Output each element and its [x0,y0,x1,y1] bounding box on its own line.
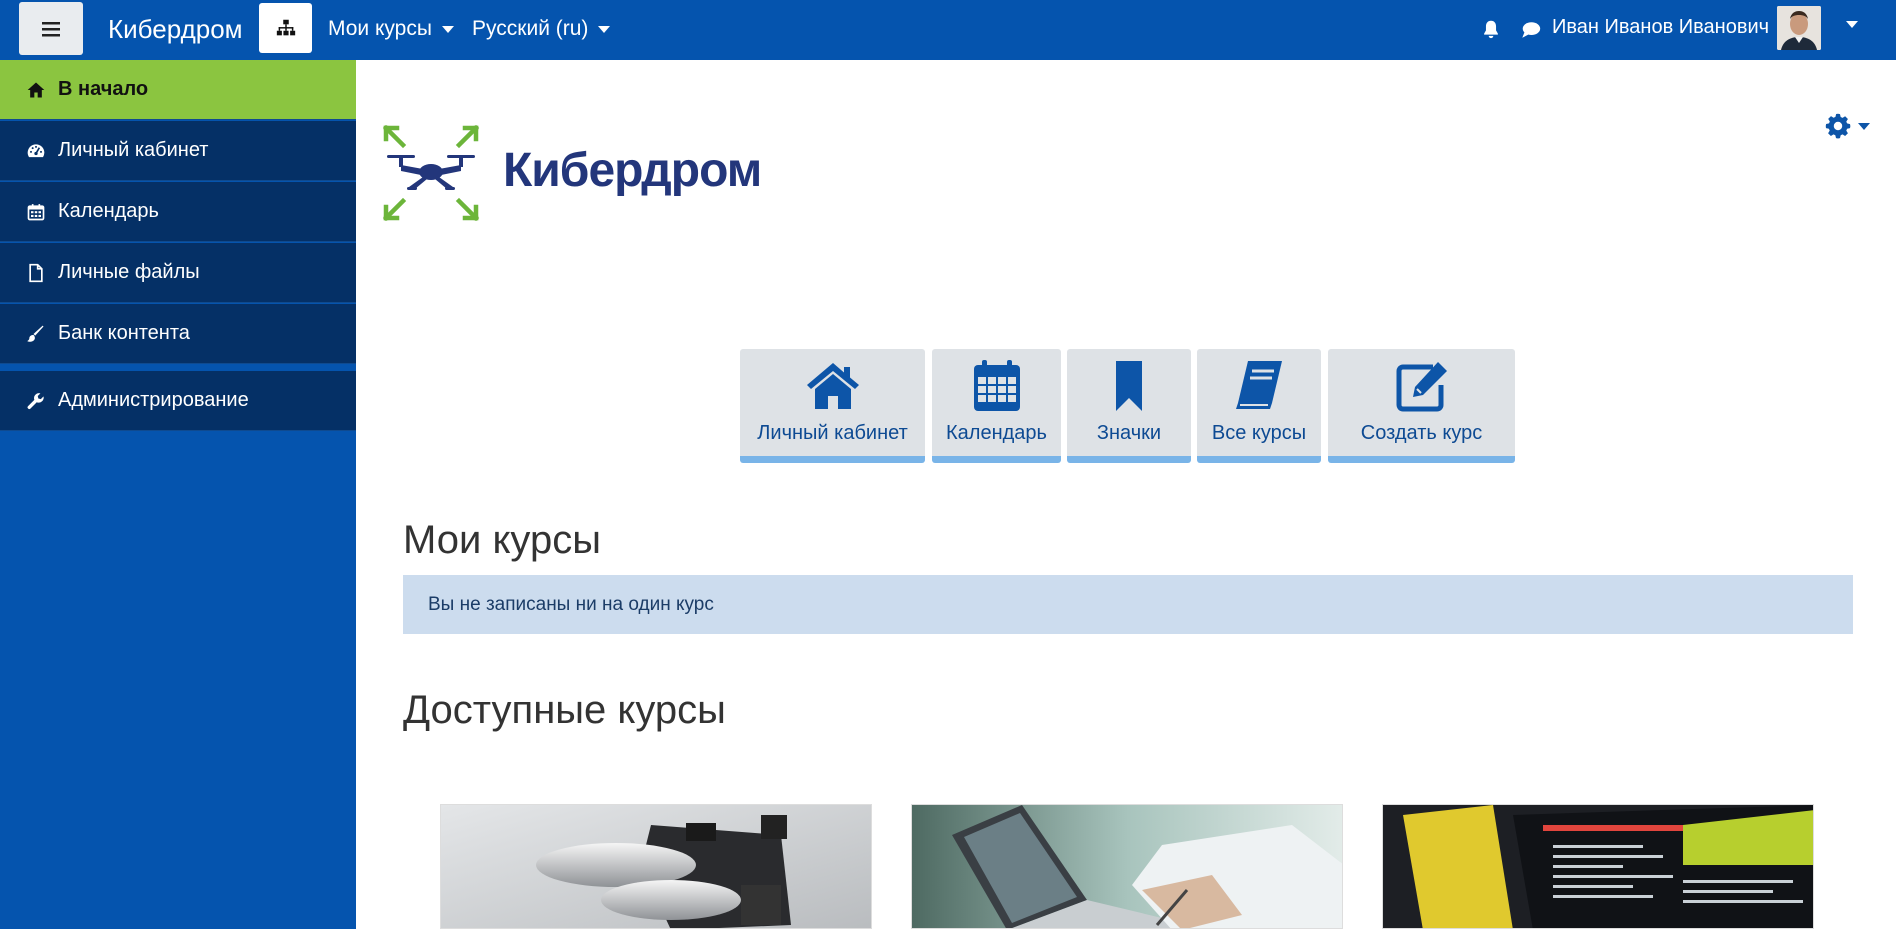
sidebar-item-label: В начало [58,78,149,100]
user-photo [1777,6,1821,50]
page-settings-menu[interactable] [1824,112,1870,140]
chevron-down-icon [1858,122,1870,130]
wrench-icon [27,392,44,409]
available-courses-heading: Доступные курсы [403,688,726,732]
my-courses-dropdown[interactable]: Мои курсы [328,17,454,41]
file-icon [29,263,43,282]
sidebar-item-calendar[interactable]: Календарь [0,182,356,242]
language-label: Русский (ru) [472,17,589,40]
tile-label: Календарь [946,422,1047,444]
my-courses-label: Мои курсы [328,17,432,40]
sidebar-item-label: Личные файлы [58,261,200,283]
home-icon [806,363,859,409]
calendar-icon [973,360,1020,411]
course-image[interactable] [1382,804,1814,929]
sidebar-item-private-files[interactable]: Личные файлы [0,243,356,303]
tile-dashboard[interactable]: Личный кабинет [740,349,925,463]
tile-label: Все курсы [1211,422,1307,444]
dashboard-icon [27,143,45,157]
chevron-down-icon [441,25,454,33]
sidebar-item-label: Календарь [58,200,159,222]
home-icon [27,82,45,97]
sidebar-item-administration[interactable]: Администрирование [0,371,356,431]
course-image-monitor [1383,805,1813,928]
avatar[interactable] [1777,6,1821,50]
chevron-down-icon [598,25,611,33]
tile-calendar[interactable]: Календарь [932,349,1061,463]
sidebar-item-label: Личный кабинет [58,139,209,161]
top-navbar: Кибердром Мои курсы Русский (ru) Иван Ив… [0,0,1896,60]
menu-toggle-button[interactable] [19,2,83,55]
no-courses-alert: Вы не записаны ни на один курс [403,575,1853,634]
edit-icon [1396,362,1447,412]
calendar-icon [27,203,45,220]
sidebar-item-home[interactable]: В начало [0,60,356,120]
logo-text: Кибердром [503,144,762,197]
user-menu-chevron-icon[interactable] [1846,21,1858,28]
course-image-drone [441,805,871,928]
book-icon [1236,361,1282,409]
language-dropdown[interactable]: Русский (ru) [472,17,611,41]
gear-icon [1825,113,1851,139]
sidebar-item-label: Банк контента [58,322,190,344]
chat-icon[interactable] [1520,19,1542,41]
my-courses-heading: Мои курсы [403,518,601,562]
user-name[interactable]: Иван Иванов Иванович [1552,16,1769,39]
bookmark-icon [1116,361,1142,411]
tile-label: Значки [1096,422,1162,444]
tile-badges[interactable]: Значки [1067,349,1191,463]
course-image-laptop [912,805,1342,928]
tile-all-courses[interactable]: Все курсы [1197,349,1321,463]
course-image[interactable] [440,804,872,929]
sidebar-item-label: Администрирование [58,389,249,411]
sitemap-button[interactable] [259,3,312,53]
sidebar-item-dashboard[interactable]: Личный кабинет [0,121,356,181]
site-brand[interactable]: Кибердром [108,14,243,45]
brush-icon [27,325,44,342]
sitemap-icon [276,19,295,36]
tile-label: Создать курс [1360,422,1483,444]
sidebar: В начало Личный кабинет Календарь Личные… [0,60,356,929]
sidebar-item-content-bank[interactable]: Банк контента [0,304,356,364]
course-image[interactable] [911,804,1343,929]
hamburger-icon [42,21,60,36]
tile-label: Личный кабинет [757,422,908,444]
bell-icon[interactable] [1480,18,1502,40]
tile-create-course[interactable]: Создать курс [1328,349,1515,463]
